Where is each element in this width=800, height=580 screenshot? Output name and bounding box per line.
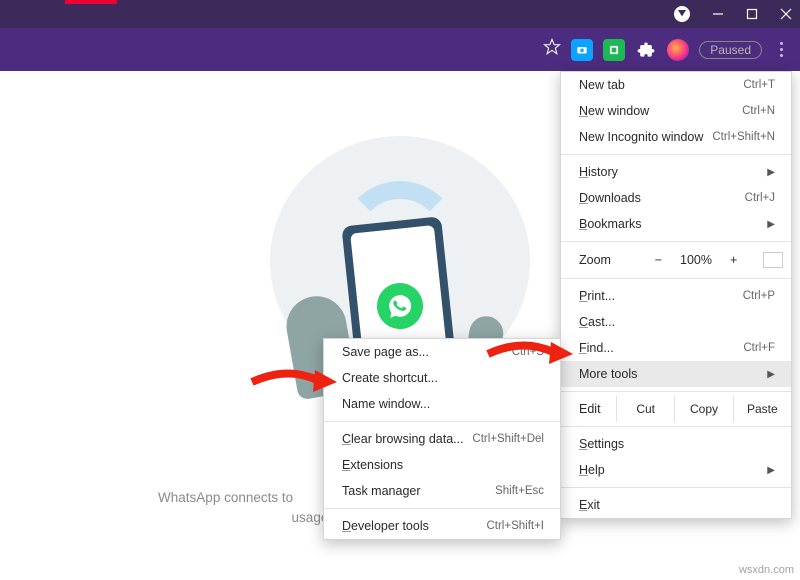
menu-label: Cast... <box>579 315 615 329</box>
menu-shortcut: Ctrl+N <box>742 105 775 117</box>
extensions-puzzle-icon[interactable] <box>635 39 657 61</box>
bookmark-star-icon[interactable] <box>543 38 561 61</box>
menu-item-help[interactable]: Help ▶ <box>561 457 791 483</box>
menu-shortcut: Shift+Esc <box>495 485 544 497</box>
menu-label: Help <box>579 463 605 477</box>
submenu-arrow-icon: ▶ <box>767 167 775 178</box>
menu-label: Clear browsing data... <box>342 432 464 446</box>
menu-label: Developer tools <box>342 519 429 533</box>
menu-label: Downloads <box>579 191 641 205</box>
menu-separator <box>324 421 560 422</box>
menu-label: More tools <box>579 367 637 381</box>
menu-label: Extensions <box>342 458 403 472</box>
menu-item-edit: Edit Cut Copy Paste <box>561 396 791 422</box>
minimize-icon[interactable] <box>712 8 724 20</box>
menu-label: Settings <box>579 437 624 451</box>
menu-separator <box>561 278 791 279</box>
menu-separator <box>561 426 791 427</box>
menu-item-new-window[interactable]: New window Ctrl+N <box>561 98 791 124</box>
menu-separator <box>561 487 791 488</box>
extension-green-icon[interactable] <box>603 39 625 61</box>
submenu-item-task-manager[interactable]: Task manager Shift+Esc <box>324 478 560 504</box>
submenu-item-save-page-as[interactable]: Save page as... Ctrl+S <box>324 339 560 365</box>
browser-toolbar: Paused <box>0 28 800 71</box>
submenu-item-name-window[interactable]: Name window... <box>324 391 560 417</box>
menu-label: Exit <box>579 498 600 512</box>
menu-item-downloads[interactable]: Downloads Ctrl+J <box>561 185 791 211</box>
submenu-item-clear-browsing-data[interactable]: Clear browsing data... Ctrl+Shift+Del <box>324 426 560 452</box>
fullscreen-button[interactable] <box>763 252 783 268</box>
menu-label: History <box>579 165 618 179</box>
menu-shortcut: Ctrl+F <box>743 342 775 354</box>
extension-camera-icon[interactable] <box>571 39 593 61</box>
menu-item-zoom: Zoom − 100% + <box>561 246 791 274</box>
submenu-item-developer-tools[interactable]: Developer tools Ctrl+Shift+I <box>324 513 560 539</box>
maximize-icon[interactable] <box>746 8 758 20</box>
zoom-value: 100% <box>680 253 712 267</box>
menu-shortcut: Ctrl+P <box>743 290 775 302</box>
main-menu-dropdown: New tab Ctrl+T New window Ctrl+N New Inc… <box>560 71 792 519</box>
submenu-item-extensions[interactable]: Extensions <box>324 452 560 478</box>
menu-item-exit[interactable]: Exit <box>561 492 791 518</box>
submenu-arrow-icon: ▶ <box>767 219 775 230</box>
main-menu-button[interactable] <box>772 42 790 57</box>
menu-item-incognito[interactable]: New Incognito window Ctrl+Shift+N <box>561 124 791 150</box>
menu-label: Find... <box>579 341 614 355</box>
close-icon[interactable] <box>780 8 792 20</box>
menu-shortcut: Ctrl+J <box>745 192 775 204</box>
copy-button[interactable]: Copy <box>674 396 732 422</box>
watermark: wsxdn.com <box>739 564 794 576</box>
more-tools-submenu: Save page as... Ctrl+S Create shortcut..… <box>323 338 561 540</box>
sync-paused-button[interactable]: Paused <box>699 41 762 59</box>
paste-button[interactable]: Paste <box>733 396 791 422</box>
menu-shortcut: Ctrl+Shift+Del <box>472 433 544 445</box>
menu-separator <box>324 508 560 509</box>
paused-label: Paused <box>710 43 751 57</box>
menu-label: Print... <box>579 289 615 303</box>
zoom-out-button[interactable]: − <box>649 251 668 269</box>
menu-item-cast[interactable]: Cast... <box>561 309 791 335</box>
menu-shortcut: Ctrl+T <box>743 79 775 91</box>
submenu-item-create-shortcut[interactable]: Create shortcut... <box>324 365 560 391</box>
window-titlebar <box>0 0 800 28</box>
menu-separator <box>561 391 791 392</box>
cut-button[interactable]: Cut <box>616 396 674 422</box>
menu-shortcut: Ctrl+Shift+I <box>486 520 544 532</box>
menu-separator <box>561 154 791 155</box>
zoom-in-button[interactable]: + <box>724 251 743 269</box>
submenu-arrow-icon: ▶ <box>767 465 775 476</box>
profile-avatar-icon[interactable] <box>667 39 689 61</box>
whatsapp-icon <box>375 281 426 332</box>
menu-label: Name window... <box>342 397 430 411</box>
menu-item-print[interactable]: Print... Ctrl+P <box>561 283 791 309</box>
menu-label: New window <box>579 104 649 118</box>
menu-shortcut: Ctrl+S <box>512 346 544 358</box>
submenu-arrow-icon: ▶ <box>767 369 775 380</box>
zoom-label: Zoom <box>579 253 629 267</box>
menu-separator <box>561 241 791 242</box>
menu-label: Bookmarks <box>579 217 642 231</box>
menu-item-history[interactable]: History ▶ <box>561 159 791 185</box>
tab-highlight <box>65 0 117 4</box>
edit-label: Edit <box>561 396 616 422</box>
menu-label: Task manager <box>342 484 421 498</box>
menu-item-settings[interactable]: Settings <box>561 431 791 457</box>
menu-item-more-tools[interactable]: More tools ▶ <box>561 361 791 387</box>
menu-shortcut: Ctrl+Shift+N <box>712 131 775 143</box>
menu-item-find[interactable]: Find... Ctrl+F <box>561 335 791 361</box>
account-indicator-icon[interactable] <box>674 6 690 22</box>
menu-label: New tab <box>579 78 625 92</box>
menu-label: New Incognito window <box>579 130 703 144</box>
menu-label: Create shortcut... <box>342 371 438 385</box>
menu-label: Save page as... <box>342 345 429 359</box>
menu-item-bookmarks[interactable]: Bookmarks ▶ <box>561 211 791 237</box>
menu-item-new-tab[interactable]: New tab Ctrl+T <box>561 72 791 98</box>
